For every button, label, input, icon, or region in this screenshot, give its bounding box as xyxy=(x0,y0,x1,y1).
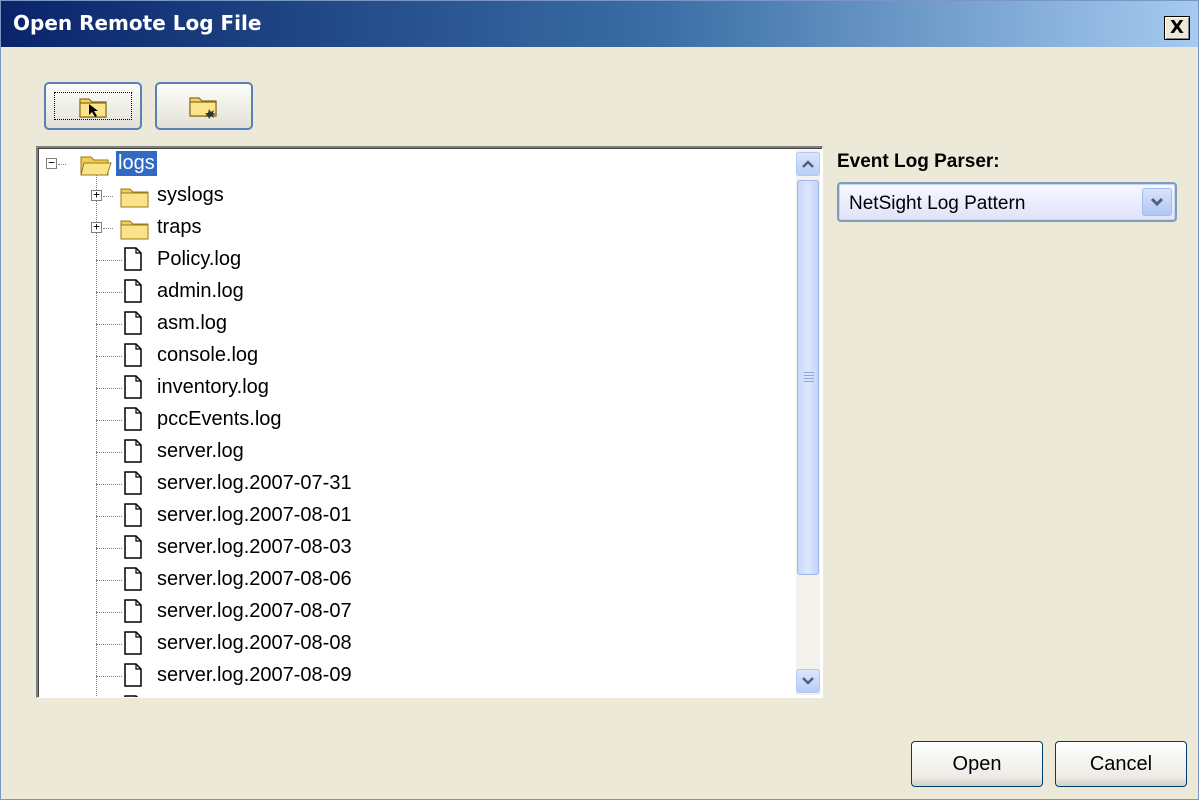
tree-node-label: admin.log xyxy=(157,280,244,302)
cancel-button[interactable]: Cancel xyxy=(1055,741,1187,787)
tree-node-file[interactable]: server.log.2007-08-07 xyxy=(38,596,798,628)
file-icon xyxy=(124,279,142,308)
chevron-down-icon xyxy=(802,677,814,685)
file-icon xyxy=(124,567,142,596)
folder-icon xyxy=(120,186,150,213)
window-title: Open Remote Log File xyxy=(13,11,262,35)
tree-node-file-partial xyxy=(38,692,798,697)
collapse-icon[interactable]: − xyxy=(46,157,57,169)
scroll-up-button[interactable] xyxy=(796,152,820,176)
scroll-down-button[interactable] xyxy=(796,669,820,693)
tree-node-file[interactable]: pccEvents.log xyxy=(38,404,798,436)
file-icon xyxy=(124,407,142,436)
tree-content: − logs + syslogs + traps Policy.log admin.log… xyxy=(38,148,798,697)
tree-node-label: server.log xyxy=(157,440,244,462)
open-folder-button[interactable] xyxy=(44,82,142,130)
scroll-thumb[interactable] xyxy=(797,180,819,575)
folder-pointer-icon xyxy=(79,98,107,118)
tree-node-label: server.log.2007-08-08 xyxy=(157,632,352,654)
tree-node-folder[interactable]: + syslogs xyxy=(38,180,798,212)
tree-node-file[interactable]: inventory.log xyxy=(38,372,798,404)
open-button[interactable]: Open xyxy=(911,741,1043,787)
folder-icon xyxy=(120,218,150,245)
tree-node-file[interactable]: Policy.log xyxy=(38,244,798,276)
file-icon xyxy=(124,343,142,372)
dropdown-button[interactable] xyxy=(1142,188,1172,216)
tree-node-folder[interactable]: + traps xyxy=(38,212,798,244)
file-icon xyxy=(124,631,142,660)
file-icon xyxy=(124,599,142,628)
tree-node-file[interactable]: server.log.2007-08-03 xyxy=(38,532,798,564)
tree-node-label: asm.log xyxy=(157,312,228,334)
tree-node-label: server.log.2007-07-31 xyxy=(157,472,352,494)
tree-node-label: console.log xyxy=(157,344,259,366)
file-icon xyxy=(124,247,142,276)
tree-node-label: server.log.2007-08-03 xyxy=(157,536,352,558)
chevron-down-icon xyxy=(1150,197,1164,207)
close-button[interactable]: X xyxy=(1164,16,1190,40)
expand-icon[interactable]: + xyxy=(91,189,102,201)
file-icon xyxy=(124,535,142,564)
title-bar[interactable]: Open Remote Log File X xyxy=(1,1,1198,47)
tree-node-label: traps xyxy=(157,216,202,238)
tree-node-label: logs xyxy=(116,151,157,176)
file-icon xyxy=(124,439,142,468)
vertical-scrollbar[interactable] xyxy=(796,150,820,695)
tree-node-file[interactable]: server.log.2007-08-09 xyxy=(38,660,798,692)
file-icon xyxy=(124,375,142,404)
tree-node-file[interactable]: admin.log xyxy=(38,276,798,308)
file-icon xyxy=(124,695,142,697)
close-icon: X xyxy=(1170,17,1184,38)
tree-node-file[interactable]: server.log.2007-08-06 xyxy=(38,564,798,596)
tree-node-file[interactable]: server.log.2007-07-31 xyxy=(38,468,798,500)
tree-node-file[interactable]: server.log xyxy=(38,436,798,468)
folder-open-icon xyxy=(80,156,112,176)
tree-node-label: server.log.2007-08-09 xyxy=(157,664,352,686)
tree-node-label: server.log.2007-08-06 xyxy=(157,568,352,590)
file-tree[interactable]: − logs + syslogs + traps Policy.log admin.log… xyxy=(36,146,823,698)
file-icon xyxy=(124,663,142,692)
event-log-parser-value: NetSight Log Pattern xyxy=(849,193,1026,214)
file-icon xyxy=(124,311,142,340)
new-folder-button[interactable] xyxy=(155,82,253,130)
folder-new-icon xyxy=(189,97,217,119)
tree-node-file[interactable]: server.log.2007-08-08 xyxy=(38,628,798,660)
event-log-parser-select[interactable]: NetSight Log Pattern xyxy=(837,182,1177,222)
tree-node-label: server.log.2007-08-01 xyxy=(157,504,352,526)
tree-node-file[interactable]: console.log xyxy=(38,340,798,372)
file-icon xyxy=(124,503,142,532)
tree-node-label: server.log.2007-08-07 xyxy=(157,600,352,622)
tree-node-label: pccEvents.log xyxy=(157,408,282,430)
tree-node-label: syslogs xyxy=(157,184,224,206)
file-icon xyxy=(124,471,142,500)
tree-node-logs[interactable]: − logs xyxy=(38,148,798,180)
tree-node-label: inventory.log xyxy=(157,376,269,398)
chevron-up-icon xyxy=(802,160,814,168)
open-remote-log-file-dialog: Open Remote Log File X − logs + syslogs … xyxy=(0,0,1199,800)
tree-node-file[interactable]: server.log.2007-08-01 xyxy=(38,500,798,532)
event-log-parser-label: Event Log Parser: xyxy=(837,151,1000,172)
tree-node-label: Policy.log xyxy=(157,248,242,270)
expand-icon[interactable]: + xyxy=(91,221,102,233)
tree-node-file[interactable]: asm.log xyxy=(38,308,798,340)
